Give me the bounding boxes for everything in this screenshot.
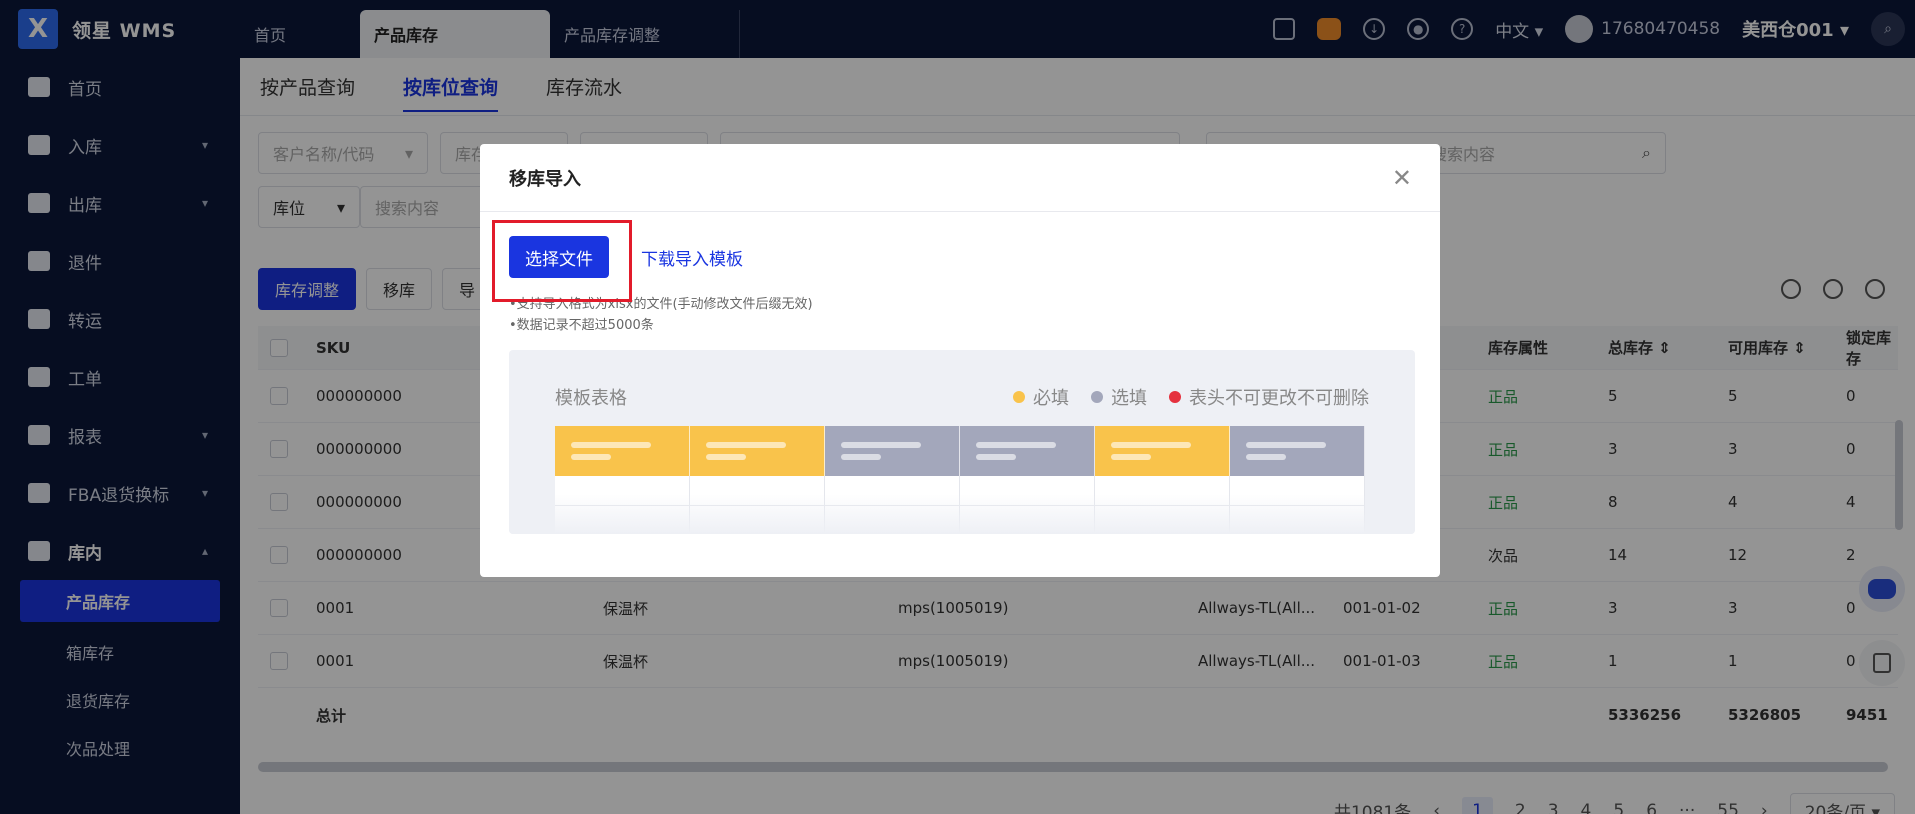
legend-dot	[1013, 391, 1025, 403]
modal-title: 移库导入	[509, 168, 581, 190]
legend-label: 必填	[1033, 388, 1069, 409]
tip-format: •支持导入格式为xlsx的文件(手动修改文件后缀无效)	[509, 297, 813, 312]
template-fade	[509, 494, 1415, 534]
template-legend: 必填 选填 表头不可更改不可删除	[1013, 384, 1369, 410]
template-header-cell	[555, 426, 690, 476]
tip-limit: •数据记录不超过5000条	[509, 318, 654, 333]
download-template-link[interactable]: 下载导入模板	[641, 245, 743, 270]
move-import-modal: 移库导入 ✕ 选择文件 下载导入模板 •支持导入格式为xlsx的文件(手动修改文…	[480, 144, 1440, 577]
template-header-cell	[960, 426, 1095, 476]
template-header-cell	[690, 426, 825, 476]
template-header-cell	[1230, 426, 1365, 476]
highlight-box	[492, 220, 632, 302]
template-title: 模板表格	[555, 388, 627, 409]
import-tips: •支持导入格式为xlsx的文件(手动修改文件后缀无效) •数据记录不超过5000…	[509, 294, 1411, 336]
close-icon[interactable]: ✕	[1392, 166, 1412, 190]
template-header-cell	[1095, 426, 1230, 476]
legend-label: 表头不可更改不可删除	[1189, 388, 1369, 409]
template-header-cell	[825, 426, 960, 476]
legend-dot	[1091, 391, 1103, 403]
legend-label: 选填	[1111, 388, 1147, 409]
template-header-row	[555, 426, 1365, 476]
modal-header: 移库导入	[480, 144, 1440, 212]
legend-required: 必填	[1013, 384, 1069, 410]
legend-locked-header: 表头不可更改不可删除	[1169, 384, 1369, 410]
legend-optional: 选填	[1091, 384, 1147, 410]
legend-dot	[1169, 391, 1181, 403]
modal-body: 选择文件 下载导入模板 •支持导入格式为xlsx的文件(手动修改文件后缀无效) …	[480, 212, 1440, 556]
template-preview: 模板表格 必填 选填 表头不可更改不可删除	[509, 350, 1415, 534]
